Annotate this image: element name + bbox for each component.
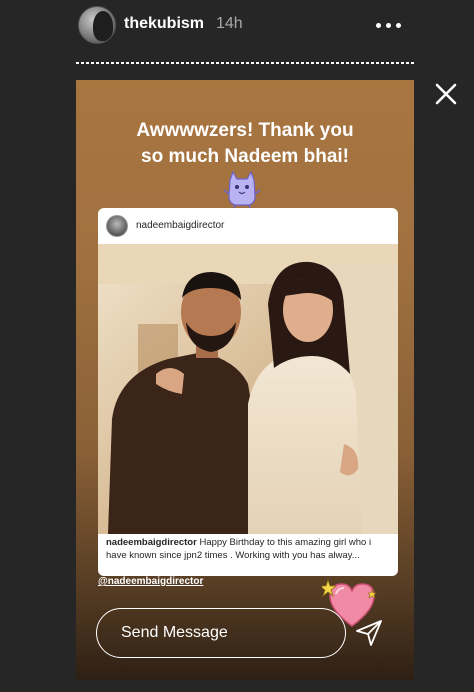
avatar[interactable] bbox=[78, 6, 116, 44]
send-message-placeholder: Send Message bbox=[121, 624, 228, 641]
post-time: 14h bbox=[216, 15, 243, 32]
more-horizontal-icon[interactable] bbox=[372, 18, 404, 32]
cat-sticker bbox=[223, 170, 261, 208]
mention-link[interactable]: @nadeembaigdirector bbox=[98, 576, 203, 587]
shared-post-caption: nadeembaigdirector Happy Birthday to thi… bbox=[106, 536, 390, 564]
caption-line-2: so much Nadeem bhai! bbox=[141, 146, 349, 167]
paper-plane-icon[interactable] bbox=[354, 618, 384, 648]
shared-post-handle[interactable]: nadeembaigdirector bbox=[136, 220, 224, 231]
close-icon[interactable] bbox=[432, 80, 460, 108]
caption-line-1: Awwwwzers! Thank you bbox=[136, 120, 354, 141]
shared-post-header: nadeembaigdirector bbox=[98, 208, 398, 244]
send-message-input[interactable]: Send Message bbox=[96, 608, 346, 658]
story-caption: Awwwwzers! Thank you so much Nadeem bhai… bbox=[76, 118, 414, 170]
avatar-figure bbox=[93, 11, 113, 41]
story-viewer: thekubism 14h Awwwwzers! Thank you so mu… bbox=[0, 0, 474, 692]
shared-post-photo bbox=[98, 244, 398, 534]
story-progress-bar bbox=[76, 62, 414, 64]
shared-post-avatar bbox=[106, 215, 128, 237]
shared-post-caption-user: nadeembaigdirector bbox=[106, 537, 197, 548]
story-content[interactable]: Awwwwzers! Thank you so much Nadeem bhai… bbox=[76, 80, 414, 680]
story-header: thekubism 14h bbox=[0, 0, 474, 58]
shared-post-card[interactable]: nadeembaigdirector nadeembaigdirector Ha… bbox=[98, 208, 398, 576]
username[interactable]: thekubism bbox=[124, 15, 204, 33]
